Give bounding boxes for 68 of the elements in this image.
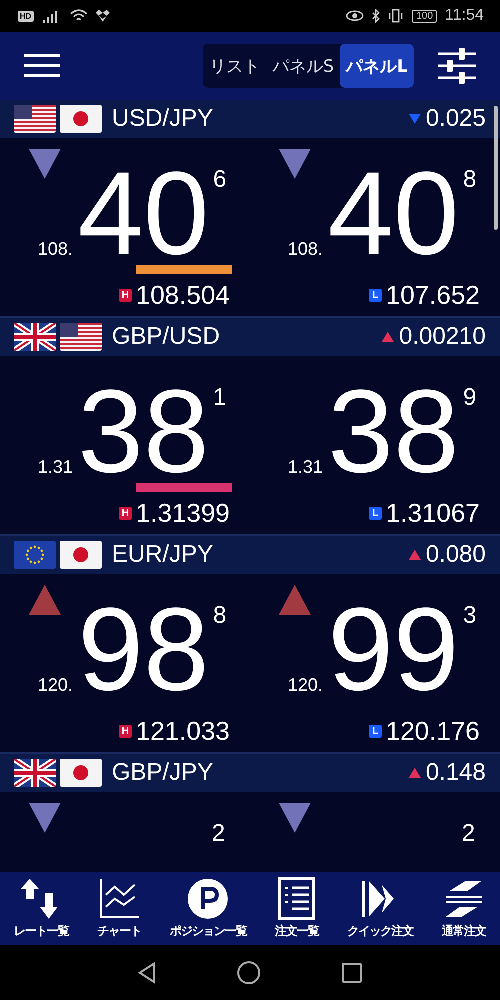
change-value: 0.148 [426,759,486,787]
menu-icon[interactable] [24,53,60,79]
price-fraction: 8 [213,602,227,630]
price-prefix: 108. [288,239,324,260]
high-low-badge: L [369,289,382,302]
price-fraction: 9 [463,384,477,412]
clock-time: 11:54 [445,7,484,25]
nav-item[interactable]: レート一覧 [14,877,70,940]
high-low-badge: H [119,289,132,302]
price-fraction: 1 [213,384,227,412]
price-fraction: 2 [462,820,476,848]
eye-icon [346,10,364,22]
high-low-badge: L [369,507,382,520]
change-value: 0.00210 [399,323,486,351]
price-fraction: 3 [463,602,477,630]
high-low-value: 107.652 [386,280,480,311]
wifi-icon [70,9,88,23]
change-value: 0.080 [426,541,486,569]
bluetooth-icon [372,9,380,23]
nav-item[interactable]: 通常注文 [442,877,486,940]
high-low-value: 108.504 [136,280,230,311]
high-low-badge: H [119,725,132,738]
pair-header[interactable]: USD/JPY 0.025 [0,100,500,138]
recents-icon[interactable] [341,962,363,984]
high-low-value: 121.033 [136,716,230,747]
price-pips: 38 [328,378,460,486]
pair-header[interactable]: EUR/JPY 0.080 [0,536,500,574]
high-low-badge: H [119,507,132,520]
pair-header[interactable]: GBP/JPY 0.148 [0,754,500,792]
price-prefix: 1.31 [38,457,74,478]
price-pips: 98 [78,596,210,704]
high-low-value: 120.176 [386,716,480,747]
price-pips: 99 [328,596,460,704]
home-icon[interactable] [237,960,261,984]
p-circle-icon [186,877,230,921]
high-low-value: 1.31399 [136,498,230,529]
pair-name: GBP/USD [112,323,220,351]
price-prefix: 108. [38,239,74,260]
price-fraction: 6 [213,166,227,194]
view-tab[interactable]: リスト [203,44,266,88]
view-tab[interactable]: パネルS [266,44,340,88]
price-prefix: 1.31 [288,457,324,478]
settings-icon[interactable] [438,48,476,84]
price-pips: 40 [78,160,210,268]
pair-name: USD/JPY [112,105,214,133]
pair-header[interactable]: GBP/USD 0.00210 [0,318,500,356]
battery-indicator: 100 [412,10,438,22]
pair-name: EUR/JPY [112,541,214,569]
nav-item[interactable]: ポジション一覧 [170,877,247,940]
nav-item[interactable]: チャート [97,877,142,940]
hd-indicator: HD [18,10,34,22]
view-tab[interactable]: パネルL [340,44,414,88]
chart-icon [97,877,142,921]
price-pips: 40 [328,160,460,268]
price-prefix: 120. [38,675,74,696]
price-fraction: 2 [212,820,226,848]
change-value: 0.025 [426,105,486,133]
price-pips: 38 [78,378,210,486]
back-icon[interactable] [137,962,157,984]
price-prefix: 120. [288,675,324,696]
nav-item[interactable]: クイック注文 [347,877,414,940]
vibrate-icon [388,9,404,23]
pair-name: GBP/JPY [112,759,214,787]
high-low-badge: L [369,725,382,738]
nav-item[interactable]: 注文一覧 [275,877,320,940]
high-low-value: 1.31067 [386,498,480,529]
dropbox-icon [96,10,110,22]
price-fraction: 8 [463,166,477,194]
